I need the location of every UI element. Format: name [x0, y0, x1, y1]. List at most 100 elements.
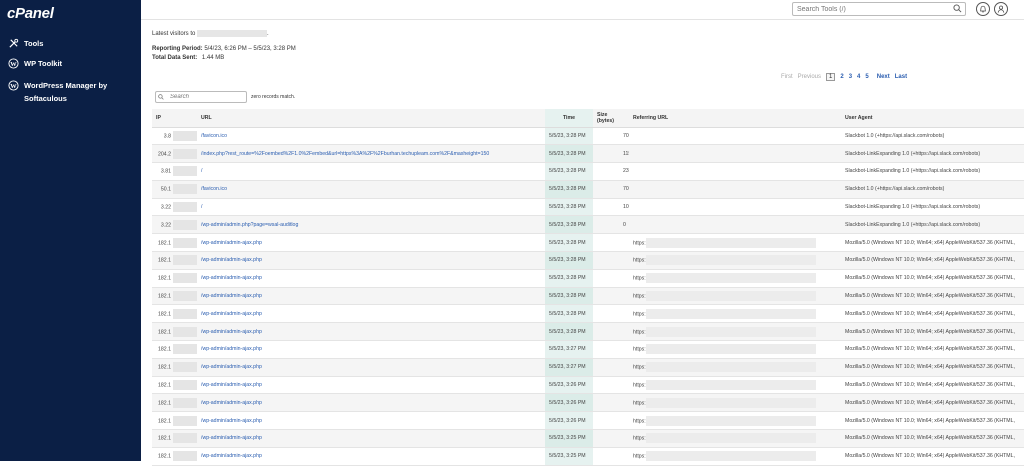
main-content: Latest visitors to . Reporting Period: 5…	[141, 0, 1024, 466]
column-header-user-agent[interactable]: User Agent	[841, 109, 1024, 128]
table-row: 3.22 / 5/5/23, 3:28 PM 1028 Slackbot-LinkExp…	[152, 198, 1024, 217]
referring-url-cell: https:	[629, 251, 841, 270]
url-cell[interactable]: /wp-admin/admin.php?page=wsal-auditlog	[197, 215, 545, 235]
page-link[interactable]: 5	[865, 74, 868, 80]
referring-url-cell	[629, 144, 841, 164]
referring-url-cell: https:	[629, 376, 841, 395]
time-cell-text: 5/5/23, 3:28 PM	[549, 204, 586, 211]
page-link-current[interactable]: 1	[826, 73, 836, 81]
time-cell-text: 5/5/23, 3:28 PM	[549, 257, 586, 264]
sidebar-item-tools[interactable]: Tools	[8, 37, 136, 50]
search-icon[interactable]	[953, 4, 962, 13]
url-cell[interactable]: /	[197, 162, 545, 181]
url-cell[interactable]: /wp-admin/admin-ajax.php	[197, 358, 545, 377]
user-agent-cell-text: Mozilla/5.0 (Windows NT 10.0; Win64; x64…	[845, 346, 1015, 353]
url-cell[interactable]: /wp-admin/admin-ajax.php	[197, 233, 545, 253]
url-cell-text: /wp-admin/admin-ajax.php	[201, 435, 262, 442]
url-cell-text: /	[201, 168, 203, 175]
sidebar-item-wordpress-manager[interactable]: W WordPress Manager by Softaculous	[8, 79, 136, 105]
url-cell[interactable]: /wp-admin/admin-ajax.php	[197, 269, 545, 288]
last-page-link[interactable]: Last	[895, 74, 907, 80]
user-agent-cell: Slackbot-LinkExpanding 1.0 (+https://api…	[841, 162, 1024, 181]
ip-cell-text: 182.1	[158, 382, 171, 389]
user-agent-cell: Slackbot 1.0 (+https://api.slack.com/rob…	[841, 180, 1024, 199]
redacted-ip	[173, 166, 197, 177]
user-agent-cell-text: Mozilla/5.0 (Windows NT 10.0; Win64; x64…	[845, 239, 1015, 246]
referring-url-cell: https:	[629, 393, 841, 413]
size-cell	[593, 304, 629, 324]
visitors-table: IP URL Time Size (bytes) Referring URL U…	[152, 109, 1024, 466]
url-cell[interactable]: /	[197, 198, 545, 217]
size-cell	[593, 447, 629, 466]
time-cell-text: 5/5/23, 3:26 PM	[549, 399, 586, 406]
referring-url-cell	[629, 215, 841, 235]
column-header-referring-url[interactable]: Referring URL	[629, 109, 841, 128]
user-agent-cell-text: Slackbot-LinkExpanding 1.0 (+https://api…	[845, 168, 981, 175]
url-cell[interactable]: /wp-admin/admin-ajax.php	[197, 304, 545, 324]
user-agent-cell-text: Mozilla/5.0 (Windows NT 10.0; Win64; x64…	[845, 399, 1015, 406]
wordpress-icon: W	[8, 58, 19, 69]
user-menu-button[interactable]	[994, 2, 1008, 16]
time-cell: 5/5/23, 3:28 PM	[545, 144, 593, 164]
url-cell[interactable]: /wp-admin/admin-ajax.php	[197, 376, 545, 395]
url-cell[interactable]: /favicon.ico	[197, 127, 545, 146]
ip-cell-text: 3.81	[160, 168, 171, 175]
referring-url-cell: https:	[629, 322, 841, 342]
redacted-referrer	[645, 380, 816, 391]
page-link[interactable]: 2	[840, 74, 843, 80]
url-cell[interactable]: /wp-admin/admin-ajax.php	[197, 251, 545, 270]
time-cell-text: 5/5/23, 3:26 PM	[549, 382, 586, 389]
size-cell-text: 0	[623, 221, 626, 228]
url-cell[interactable]: /index.php?rest_route=%2Foembed%2F1.0%2F…	[197, 144, 545, 164]
redacted-ip	[173, 255, 197, 266]
ip-cell: 182.1	[152, 269, 197, 288]
next-page-link[interactable]: Next	[877, 74, 890, 80]
ip-cell-text: 3.22	[160, 222, 171, 229]
url-cell[interactable]: /wp-admin/admin-ajax.php	[197, 429, 545, 448]
column-header-ip[interactable]: IP	[152, 109, 197, 128]
url-cell[interactable]: /favicon.ico	[197, 180, 545, 199]
table-search-input[interactable]	[155, 91, 247, 103]
search-icon	[158, 94, 164, 100]
user-agent-cell-text: Slackbot-LinkExpanding 1.0 (+https://api…	[845, 221, 981, 228]
ip-cell: 182.1	[152, 393, 197, 413]
url-cell-text: /wp-admin/admin-ajax.php	[201, 399, 262, 406]
url-cell[interactable]: /wp-admin/admin-ajax.php	[197, 287, 545, 306]
previous-page-link[interactable]: Previous	[798, 74, 821, 80]
user-agent-cell-text: Slackbot-LinkExpanding 1.0 (+https://api…	[845, 204, 981, 211]
time-cell-text: 5/5/23, 3:28 PM	[549, 221, 586, 228]
column-header-size[interactable]: Size (bytes)	[593, 109, 629, 128]
sidebar-item-wp-toolkit[interactable]: W WP Toolkit	[8, 57, 136, 70]
page-link[interactable]: 3	[849, 74, 852, 80]
url-cell-text: /favicon.ico	[201, 186, 227, 193]
url-cell[interactable]: /wp-admin/admin-ajax.php	[197, 340, 545, 359]
table-row: 182.1/wp-admin/admin-ajax.php 5/5/23, 3:2…	[152, 269, 1024, 288]
column-header-url[interactable]: URL	[197, 109, 545, 128]
time-cell-text: 5/5/23, 3:27 PM	[549, 346, 586, 353]
column-header-time[interactable]: Time	[545, 109, 593, 128]
size-cell: 23697	[593, 162, 629, 181]
url-cell[interactable]: /wp-admin/admin-ajax.php	[197, 447, 545, 466]
url-cell[interactable]: /wp-admin/admin-ajax.php	[197, 411, 545, 431]
bell-icon	[980, 5, 986, 13]
search-tools-input[interactable]	[792, 2, 966, 16]
first-page-link[interactable]: First	[781, 74, 793, 80]
time-cell-text: 5/5/23, 3:28 PM	[549, 150, 586, 157]
referring-url-cell: https:	[629, 340, 841, 359]
referring-url-cell: https:	[629, 304, 841, 324]
table-row: 182.1/wp-admin/admin-ajax.php 5/5/23, 3:2…	[152, 376, 1024, 395]
url-cell[interactable]: /wp-admin/admin-ajax.php	[197, 393, 545, 413]
ip-cell-text: 182.1	[158, 453, 171, 460]
cpanel-logo[interactable]: cPanel	[7, 5, 54, 22]
url-cell-text: /wp-admin/admin-ajax.php	[201, 275, 262, 282]
url-cell[interactable]: /wp-admin/admin-ajax.php	[197, 322, 545, 342]
referring-url-cell: https:	[629, 233, 841, 253]
user-agent-cell-text: Mozilla/5.0 (Windows NT 10.0; Win64; x64…	[845, 293, 1015, 300]
time-cell: 5/5/23, 3:28 PM	[545, 127, 593, 146]
total-data-sent: Total Data Sent: 1.44 MB	[152, 55, 224, 61]
size-cell	[593, 233, 629, 253]
page-link[interactable]: 4	[857, 74, 860, 80]
redacted-ip	[173, 397, 197, 408]
table-row: 182.1/wp-admin/admin-ajax.php 5/5/23, 3:2…	[152, 429, 1024, 448]
notifications-button[interactable]	[976, 2, 990, 16]
